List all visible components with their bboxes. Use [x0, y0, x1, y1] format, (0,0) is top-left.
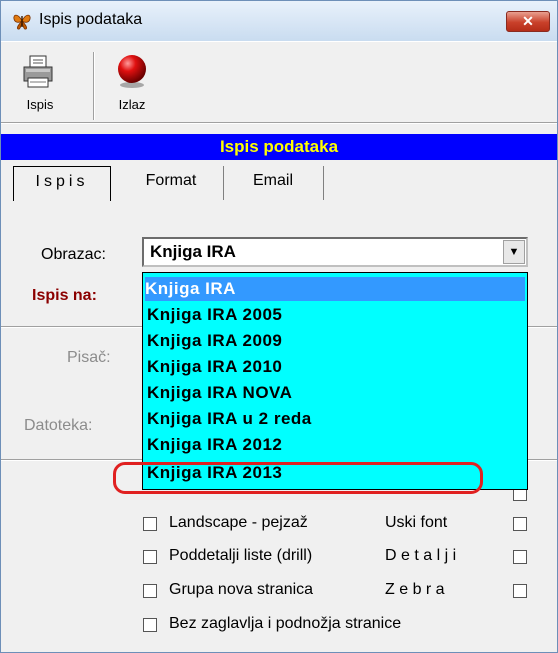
- poddetalji-label: Poddetalji liste (drill): [169, 547, 313, 564]
- toolbar-divider: [93, 52, 95, 120]
- obrazac-select[interactable]: Knjiga IRA ▼: [142, 237, 528, 267]
- bez-zaglavlja-label: Bez zaglavlja i podnožja stranice: [169, 615, 402, 632]
- print-button[interactable]: Ispis: [13, 52, 67, 112]
- detalji-label: D e t a l j i: [385, 547, 457, 564]
- dropdown-option[interactable]: Knjiga IRA 2009: [147, 329, 282, 353]
- grupa-checkbox[interactable]: [143, 584, 157, 598]
- exit-button[interactable]: Izlaz: [105, 52, 159, 112]
- tab-strip: Ispis Format Email: [1, 160, 557, 206]
- chevron-down-icon[interactable]: ▼: [503, 240, 525, 264]
- detalji-checkbox[interactable]: [513, 550, 527, 564]
- datoteka-label: Datoteka:: [24, 417, 93, 434]
- tab-email[interactable]: Email: [223, 166, 324, 200]
- title-bar: Ispis podataka ✕: [1, 1, 557, 41]
- landscape-checkbox[interactable]: [143, 517, 157, 531]
- print-dialog-window: Ispis podataka ✕ Ispis Izlaz Ispis podat…: [0, 0, 558, 653]
- window-title: Ispis podataka: [39, 11, 143, 28]
- toolbar-bottom-divider: [1, 122, 557, 124]
- grupa-label: Grupa nova stranica: [169, 581, 314, 598]
- ispis-na-label: Ispis na:: [32, 287, 97, 304]
- red-ball-exit-icon: [118, 55, 146, 88]
- zebra-label: Z e b r a: [385, 581, 445, 598]
- pisac-label: Pisač:: [67, 349, 111, 366]
- tab-format[interactable]: Format: [119, 166, 224, 200]
- dropdown-option[interactable]: Knjiga IRA u 2 reda: [147, 407, 312, 431]
- section-header: Ispis podataka: [1, 134, 557, 160]
- bez-zaglavlja-checkbox[interactable]: [143, 618, 157, 632]
- printer-icon: [23, 55, 53, 88]
- butterfly-app-icon: [13, 14, 31, 30]
- dropdown-option[interactable]: Knjiga IRA 2010: [147, 355, 282, 379]
- dropdown-option[interactable]: Knjiga IRA NOVA: [147, 381, 292, 405]
- obrazac-selected-value: Knjiga IRA: [150, 242, 236, 261]
- close-button[interactable]: ✕: [506, 11, 550, 32]
- dropdown-option[interactable]: Knjiga IRA: [145, 277, 525, 301]
- close-icon: ✕: [522, 13, 534, 29]
- zebra-checkbox[interactable]: [513, 584, 527, 598]
- uski-font-label: Uski font: [385, 514, 448, 531]
- poddetalji-checkbox[interactable]: [143, 550, 157, 564]
- toolbar: Ispis Izlaz: [1, 41, 557, 122]
- tab-ispis[interactable]: Ispis: [13, 166, 111, 201]
- print-label: Ispis: [26, 97, 54, 112]
- annotation-highlight: [113, 462, 483, 494]
- landscape-label: Landscape - pejzaž: [169, 514, 308, 531]
- obrazac-dropdown-list: Knjiga IRA Knjiga IRA 2005 Knjiga IRA 20…: [142, 272, 528, 490]
- obrazac-label: Obrazac:: [41, 246, 106, 263]
- exit-label: Izlaz: [118, 97, 146, 112]
- dropdown-option[interactable]: Knjiga IRA 2012: [147, 433, 282, 457]
- dropdown-option[interactable]: Knjiga IRA 2005: [147, 303, 282, 327]
- uski-font-checkbox[interactable]: [513, 517, 527, 531]
